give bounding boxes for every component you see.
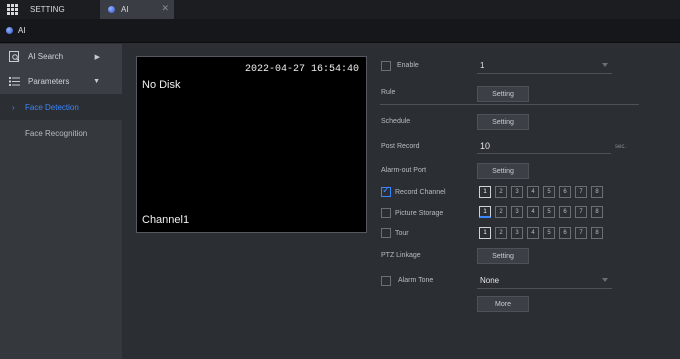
list-icon	[9, 77, 20, 86]
page-title-bar: AI	[0, 19, 680, 43]
channel-toggle[interactable]: 5	[543, 206, 555, 218]
tab-ai[interactable]: AI ✕	[100, 0, 174, 19]
chevron-down-icon	[602, 278, 608, 282]
channel-toggle[interactable]: 6	[559, 227, 571, 239]
channel-label: Channel1	[142, 214, 190, 226]
alarm-tone-select[interactable]: None	[477, 273, 612, 289]
channel-toggle[interactable]: 3	[511, 227, 523, 239]
channel-toggle[interactable]: 1	[479, 227, 491, 239]
alarm-tone-checkbox[interactable]	[381, 276, 391, 286]
channel-toggle[interactable]: 5	[543, 186, 555, 198]
alarm-out-port-label: Alarm-out Port	[381, 167, 427, 174]
channel-toggle[interactable]: 2	[495, 186, 507, 198]
ptz-linkage-setting-button[interactable]: Setting	[477, 248, 529, 264]
channel-toggle[interactable]: 5	[543, 227, 555, 239]
record-channel-label: Record Channel	[395, 189, 446, 196]
ai-icon	[6, 27, 13, 34]
channel-toggle[interactable]: 4	[527, 206, 539, 218]
close-icon[interactable]: ✕	[161, 3, 169, 14]
enable-checkbox[interactable]	[381, 61, 391, 71]
search-icon	[9, 51, 20, 62]
channel-toggle[interactable]: 7	[575, 206, 587, 218]
alarm-out-port-setting-button[interactable]: Setting	[477, 163, 529, 179]
chevron-down-icon: ▼	[93, 78, 100, 85]
alarm-out-port-setting-button-label: Setting	[492, 167, 514, 175]
schedule-label: Schedule	[381, 118, 411, 125]
top-tab-bar: SETTING AI ✕	[0, 0, 680, 19]
ai-icon	[108, 6, 115, 13]
ptz-linkage-setting-button-label: Setting	[492, 252, 514, 260]
record-channel-checkbox[interactable]	[381, 185, 391, 197]
more-button[interactable]: More	[477, 296, 529, 312]
tab-setting-label: SETTING	[30, 5, 65, 14]
channel-toggle[interactable]: 2	[495, 206, 507, 218]
enable-select-value: 1	[480, 61, 485, 70]
enable-select[interactable]: 1	[477, 58, 612, 74]
sidebar-item-label: AI Search	[28, 52, 64, 61]
channel-toggle[interactable]: 2	[495, 227, 507, 239]
channel-toggle[interactable]: 7	[575, 186, 587, 198]
sidebar-subitem-label: Face Detection	[25, 102, 79, 112]
page-title: AI	[18, 26, 26, 35]
channel-toggle[interactable]: 3	[511, 186, 523, 198]
post-record-label: Post Record	[381, 143, 420, 150]
channel-toggle[interactable]: 7	[575, 227, 587, 239]
schedule-setting-button-label: Setting	[492, 118, 514, 126]
channel-toggle[interactable]: 8	[591, 206, 603, 218]
channel-toggle[interactable]: 3	[511, 206, 523, 218]
channel-toggle[interactable]: 1	[479, 186, 491, 198]
sidebar-subitem-label: Face Recognition	[25, 128, 88, 138]
record-channel-selector: 1 2 3 4 5 6 7 8	[479, 186, 603, 198]
rule-label: Rule	[381, 89, 396, 96]
chevron-right-icon: ›	[12, 102, 15, 112]
chevron-right-icon: ▶	[94, 53, 100, 61]
video-preview: No Disk 2022-04-27 16:54:40 Channel1	[136, 56, 367, 233]
picture-storage-label: Picture Storage	[395, 210, 444, 217]
picture-storage-checkbox[interactable]	[381, 208, 391, 218]
post-record-input[interactable]: 10	[477, 138, 611, 154]
sidebar-item-label: Parameters	[28, 77, 70, 86]
channel-toggle[interactable]: 8	[591, 186, 603, 198]
sidebar-item-ai-search[interactable]: AI Search ▶	[0, 44, 122, 69]
post-record-unit: sec.	[615, 144, 627, 150]
post-record-value: 10	[480, 140, 491, 151]
tour-checkbox[interactable]	[381, 228, 391, 238]
tour-label: Tour	[395, 230, 409, 237]
alarm-tone-select-value: None	[480, 276, 500, 285]
ptz-linkage-label: PTZ Linkage	[381, 252, 421, 259]
channel-toggle[interactable]: 1	[479, 206, 491, 218]
tour-selector: 1 2 3 4 5 6 7 8	[479, 227, 603, 239]
rule-setting-button-label: Setting	[492, 90, 514, 98]
channel-toggle[interactable]: 6	[559, 186, 571, 198]
chevron-down-icon	[602, 63, 608, 67]
channel-toggle[interactable]: 4	[527, 186, 539, 198]
tab-ai-label: AI	[121, 5, 129, 14]
sidebar-item-face-recognition[interactable]: Face Recognition	[0, 120, 122, 146]
enable-label: Enable	[397, 62, 419, 69]
channel-toggle[interactable]: 4	[527, 227, 539, 239]
divider	[380, 104, 639, 105]
tab-setting[interactable]: SETTING	[0, 0, 98, 19]
channel-toggle[interactable]: 6	[559, 206, 571, 218]
rule-setting-button[interactable]: Setting	[477, 86, 529, 102]
sidebar-item-face-detection[interactable]: › Face Detection	[0, 94, 122, 120]
channel-toggle[interactable]: 8	[591, 227, 603, 239]
no-disk-label: No Disk	[142, 79, 181, 91]
sidebar: AI Search ▶ Parameters ▼ › Face Detectio…	[0, 44, 122, 359]
timestamp: 2022-04-27 16:54:40	[244, 64, 359, 75]
picture-storage-selector: 1 2 3 4 5 6 7 8	[479, 206, 603, 218]
schedule-setting-button[interactable]: Setting	[477, 114, 529, 130]
sidebar-item-parameters[interactable]: Parameters ▼	[0, 69, 122, 94]
alarm-tone-label: Alarm Tone	[398, 277, 434, 284]
more-button-label: More	[495, 300, 511, 308]
grid-menu-icon	[7, 4, 18, 15]
